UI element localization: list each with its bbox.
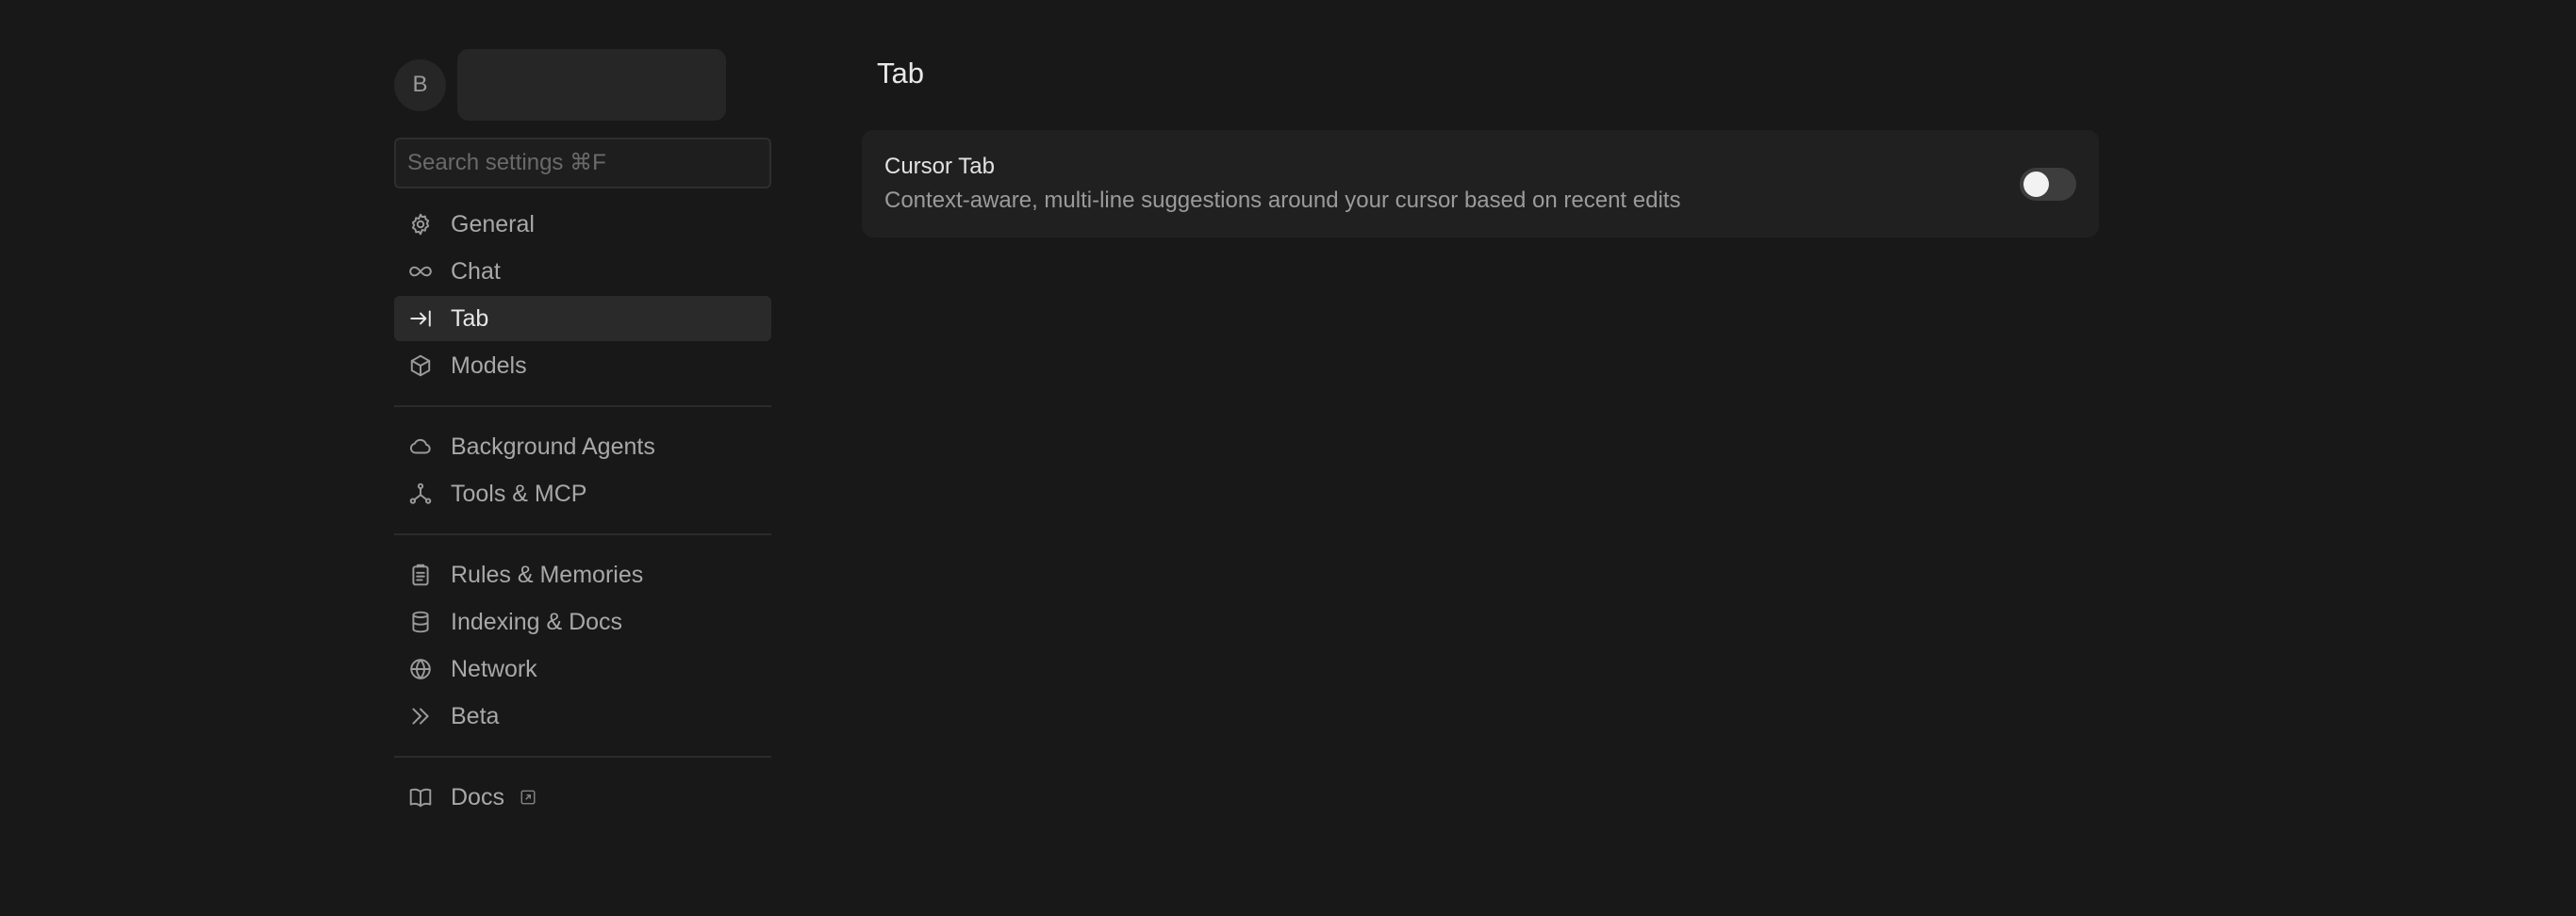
divider (394, 405, 771, 407)
sidebar-item-tab[interactable]: Tab (394, 296, 771, 341)
sidebar-item-beta[interactable]: Beta (394, 694, 771, 739)
double-chevron-icon (407, 703, 434, 729)
account-card[interactable] (457, 49, 726, 121)
sidebar-item-label: Beta (451, 702, 500, 729)
sidebar-item-rules-memories[interactable]: Rules & Memories (394, 552, 771, 597)
gear-icon (407, 211, 434, 237)
sidebar-item-label: Network (451, 655, 537, 682)
sidebar-item-docs[interactable]: Docs (394, 775, 771, 820)
clipboard-icon (407, 562, 434, 588)
sidebar-item-tools-mcp[interactable]: Tools & MCP (394, 471, 771, 516)
toggle-knob (2023, 171, 2049, 197)
sidebar-item-general[interactable]: General (394, 202, 771, 247)
arrow-right-bar-icon (407, 305, 434, 332)
sidebar-item-models[interactable]: Models (394, 343, 771, 388)
sidebar-item-chat[interactable]: Chat (394, 249, 771, 294)
sidebar-item-indexing-docs[interactable]: Indexing & Docs (394, 599, 771, 645)
cloud-icon (407, 433, 434, 460)
cube-icon (407, 352, 434, 379)
avatar[interactable]: B (394, 58, 446, 111)
search-input[interactable] (394, 138, 771, 188)
sidebar-item-label: General (451, 210, 535, 237)
sidebar-item-label: Tools & MCP (451, 480, 587, 507)
sidebar-item-label: Models (451, 352, 527, 379)
divider (394, 533, 771, 535)
nav-group-context: Rules & Memories Indexing & Docs Network… (394, 552, 771, 739)
sidebar: B General Chat Tab (394, 49, 771, 822)
divider (394, 756, 771, 758)
database-icon (407, 609, 434, 635)
sidebar-item-network[interactable]: Network (394, 646, 771, 692)
main-content: Tab Cursor Tab Context-aware, multi-line… (862, 55, 2099, 237)
nav-group-primary: General Chat Tab Models (394, 202, 771, 388)
sidebar-item-background-agents[interactable]: Background Agents (394, 424, 771, 469)
sidebar-item-label: Background Agents (451, 433, 655, 460)
setting-card-cursor-tab: Cursor Tab Context-aware, multi-line sug… (862, 130, 2099, 237)
sidebar-item-label: Rules & Memories (451, 561, 644, 588)
setting-description: Context-aware, multi-line suggestions ar… (884, 188, 1681, 213)
account-section: B (394, 49, 771, 121)
book-icon (407, 784, 434, 810)
setting-text: Cursor Tab Context-aware, multi-line sug… (884, 154, 1680, 214)
cursor-tab-toggle[interactable] (2020, 167, 2076, 201)
nav-group-docs: Docs (394, 775, 771, 820)
sidebar-item-label: Tab (451, 304, 489, 332)
page-title: Tab (877, 57, 924, 90)
sidebar-item-label: Indexing & Docs (451, 608, 623, 635)
settings-window: B General Chat Tab (0, 0, 2576, 916)
sidebar-item-label: Docs (451, 783, 504, 810)
nodes-icon (407, 481, 434, 507)
infinity-icon (407, 258, 434, 285)
nav-group-agents: Background Agents Tools & MCP (394, 424, 771, 516)
setting-title: Cursor Tab (884, 154, 995, 179)
sidebar-item-label: Chat (451, 257, 501, 285)
external-link-icon (520, 789, 537, 806)
globe-icon (407, 656, 434, 682)
